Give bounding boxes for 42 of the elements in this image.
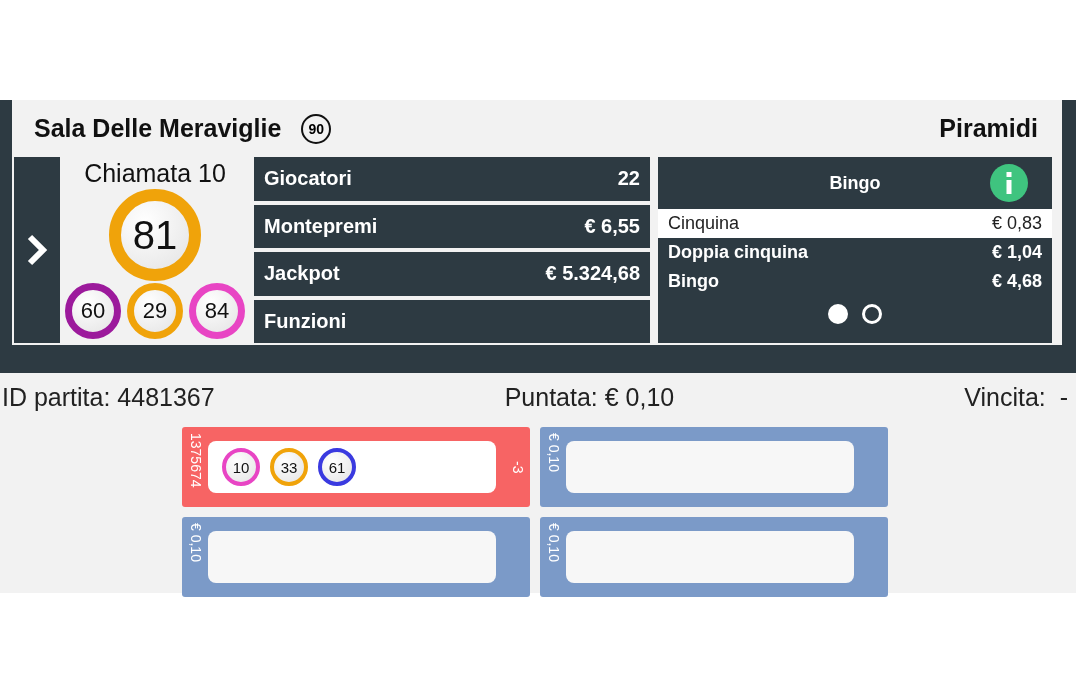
prize-amount: € 1,04 [991,242,1042,263]
prize-name: Cinquina [668,213,740,234]
stat-label: Jackpot [264,262,340,286]
page-dot[interactable] [862,304,882,324]
win-amount: Vincita: - [964,383,1068,413]
game-id: ID partita: 4481367 [2,383,215,413]
ticket-side-label: € 0,10 [545,433,562,472]
prize-name: Bingo [668,271,719,292]
room-name: Sala Delle Meraviglie [34,114,282,143]
needed-ball: 33 [270,448,308,486]
stat-label: Montepremi [264,214,378,238]
info-icon[interactable] [990,164,1028,202]
stat-value: € 6,55 [584,214,640,238]
ticket-card[interactable]: 1375674 10 33 61 -3 [182,427,530,507]
prize-name: Doppia cinquina [668,242,808,263]
bet-amount: Puntata: € 0,10 [504,383,675,413]
ticket-side-label: € 0,10 [545,523,562,562]
needed-ball: 61 [318,448,356,486]
called-ball: 29 [127,283,183,339]
call-label: Chiamata 10 [84,159,226,188]
ticket-card[interactable]: € 0,10 [540,517,888,597]
current-ball: 81 [109,189,201,281]
expand-button[interactable] [14,157,60,343]
stat-label: Giocatori [264,167,352,191]
prize-title: Bingo [829,172,881,194]
stat-label: Funzioni [264,309,347,333]
missing-count: -3 [509,460,526,474]
page-dot[interactable] [828,304,848,324]
prize-amount: € 4,68 [991,271,1042,292]
called-ball: 60 [65,283,121,339]
ticket-side-label: € 0,10 [187,523,204,562]
ticket-card[interactable]: € 0,10 [540,427,888,507]
ticket-card[interactable]: € 0,10 [182,517,530,597]
game-name: Piramidi [939,114,1038,143]
stat-value: € 5.324,68 [545,262,640,286]
ticket-side-label: 1375674 [187,433,204,488]
needed-ball: 10 [222,448,260,486]
chevron-right-icon [26,233,48,267]
prize-amount: € 0,83 [991,213,1042,234]
ball-count-badge: 90 [301,113,332,144]
stat-value: 22 [617,167,640,191]
called-ball: 84 [189,283,245,339]
